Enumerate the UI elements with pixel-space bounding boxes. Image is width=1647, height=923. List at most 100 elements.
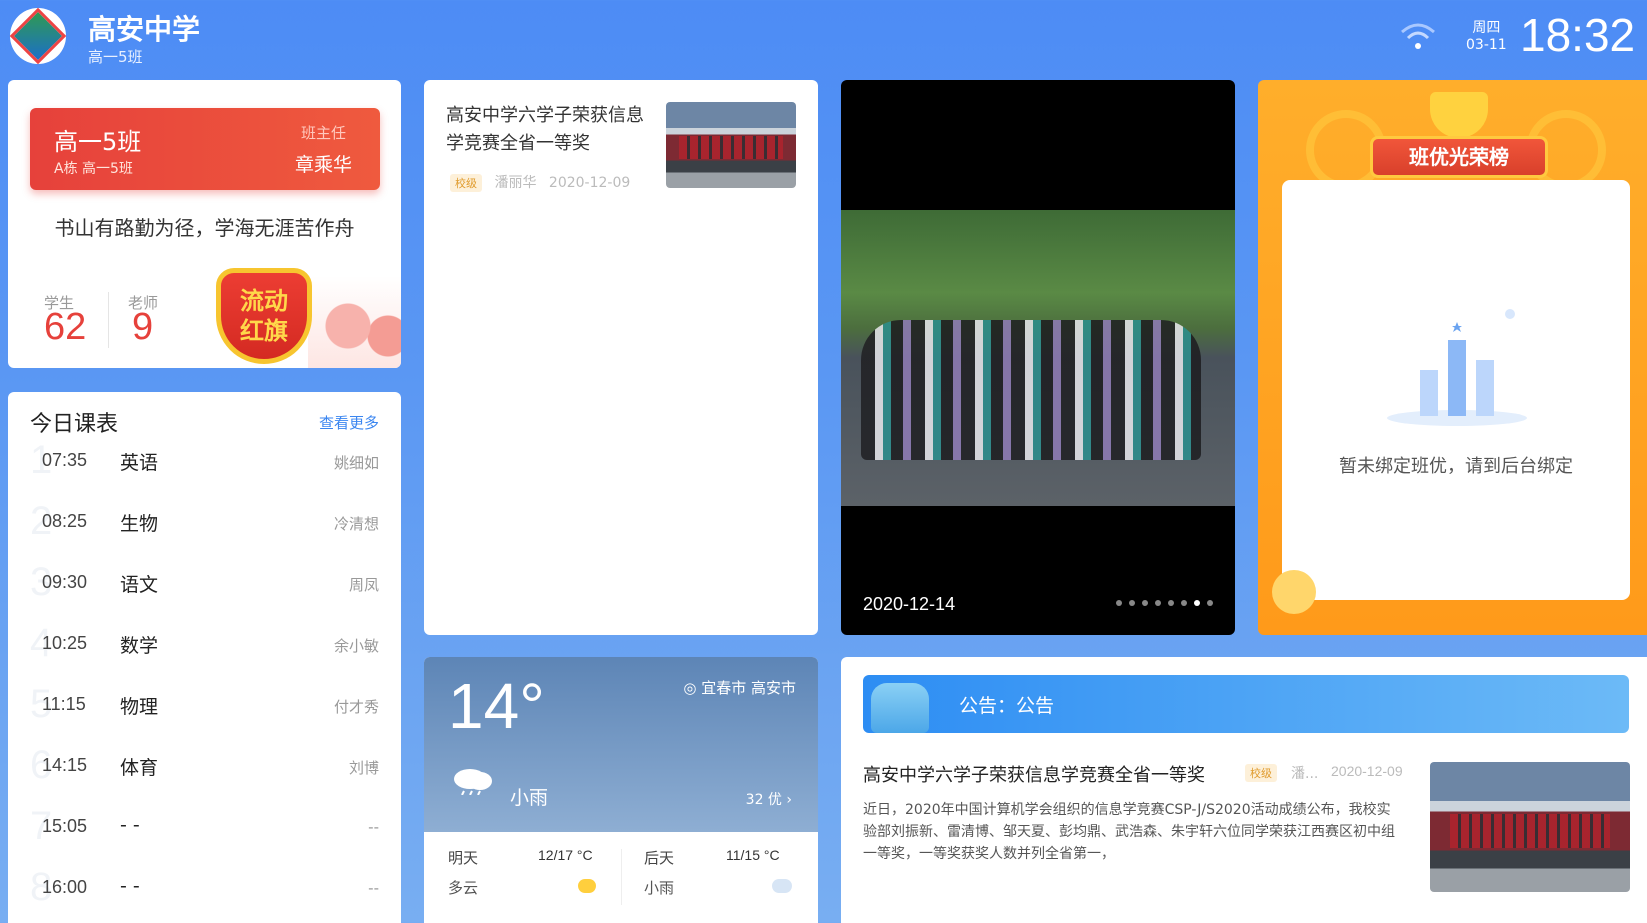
- rain-cloud-icon: [454, 769, 492, 795]
- announcement-thumbnail[interactable]: [1430, 762, 1630, 892]
- period-teacher: 刘博: [348, 759, 379, 777]
- wifi-icon: [1401, 23, 1435, 49]
- location-pin-icon: ◎: [683, 679, 697, 697]
- announcement-date: 2020-12-09: [1331, 763, 1403, 779]
- photo-date: 2020-12-14: [863, 594, 956, 614]
- schedule-row: 1 07:35 英语 姚细如: [8, 436, 401, 496]
- empty-chart-icon: [1387, 309, 1527, 426]
- monkey-mascot-icon: [1272, 570, 1316, 614]
- schedule-row: 4 10:25 数学 余小敏: [8, 619, 401, 679]
- schedule-row: 8 16:00- - --: [8, 863, 401, 923]
- weather-current: 14° ◎ 宜春市 高安市 小雨 32 优 ›: [424, 657, 818, 832]
- weather-card: 14° ◎ 宜春市 高安市 小雨 32 优 › 明天 12/17 °C 多云 后…: [424, 657, 818, 923]
- tomorrow-condition: 多云: [448, 879, 479, 897]
- period-teacher: --: [368, 818, 379, 836]
- clock: 18:32: [1520, 9, 1636, 61]
- aqi-value: 32 优: [745, 792, 782, 808]
- carousel-dot[interactable]: [1181, 600, 1187, 606]
- period-subject: 物理: [120, 696, 159, 718]
- period-time: 11:15: [42, 694, 86, 714]
- period-time: 07:35: [42, 450, 88, 470]
- honor-banner: 班优光荣榜: [1370, 136, 1548, 178]
- after-tomorrow-condition: 小雨: [644, 879, 675, 897]
- school-name: 高安中学: [88, 13, 201, 46]
- date-label: 03-11: [1466, 37, 1507, 53]
- announcement-header: 公告：公告: [863, 675, 1629, 733]
- carousel-dot[interactable]: [1168, 600, 1174, 606]
- period-teacher: 余小敏: [333, 637, 379, 655]
- aqi-link[interactable]: 32 优 ›: [746, 789, 792, 809]
- carousel-dot[interactable]: [1129, 600, 1135, 606]
- period-time: 15:05: [42, 816, 88, 836]
- class-title: 高一5班: [54, 128, 142, 156]
- period-subject: 语文: [120, 574, 159, 596]
- current-condition: 小雨: [510, 787, 549, 809]
- date-block: 周四 03-11: [1466, 20, 1507, 54]
- light-rain-icon: [772, 879, 792, 893]
- period-subject: 体育: [120, 757, 159, 779]
- schedule-row: 6 14:15 体育 刘博: [8, 741, 401, 801]
- head-teacher-label: 班主任: [300, 124, 346, 142]
- announcement-label: 公告：公告: [959, 695, 1055, 717]
- weekday-label: 周四: [1472, 20, 1501, 36]
- top-header: 高安中学 高一5班 周四 03-11 18:32: [0, 0, 1647, 76]
- schedule-title: 今日课表: [30, 412, 119, 437]
- after-tomorrow-temp: 11/15 °C: [726, 847, 780, 863]
- carousel-dots: [1116, 600, 1213, 606]
- period-teacher: 姚细如: [333, 454, 379, 472]
- period-teacher: 周凤: [348, 576, 379, 594]
- period-teacher: --: [368, 879, 379, 897]
- period-time: 16:00: [42, 877, 88, 897]
- red-flag-badge: 流动 红旗: [216, 268, 312, 364]
- students-count: 62: [44, 306, 87, 348]
- carousel-dot[interactable]: [1142, 600, 1148, 606]
- news-thumbnail[interactable]: [666, 102, 796, 188]
- period-subject: - -: [120, 814, 140, 836]
- forecast-divider: [621, 849, 622, 905]
- decorative-people-illustration: [308, 276, 401, 368]
- photo-carousel[interactable]: 2020-12-14: [841, 80, 1235, 635]
- period-teacher: 付才秀: [333, 698, 379, 716]
- weather-location: ◎ 宜春市 高安市: [683, 677, 796, 698]
- period-time: 10:25: [42, 633, 88, 653]
- schedule-more-link[interactable]: 查看更多: [319, 412, 379, 433]
- news-meta: 校级 潘丽华 2020-12-09: [450, 172, 630, 192]
- honor-empty-text: 暂未绑定班优，请到后台绑定: [1339, 456, 1573, 477]
- tomorrow-temp: 12/17 °C: [538, 847, 593, 863]
- period-subject: - -: [120, 875, 140, 897]
- tomorrow-label: 明天: [448, 849, 479, 867]
- period-time: 14:15: [42, 755, 88, 775]
- news-card[interactable]: 高安中学六学子荣获信息学竞赛全省一等奖 校级 潘丽华 2020-12-09: [424, 80, 818, 635]
- class-banner: 高一5班 A栋 高一5班 班主任 章乘华: [30, 108, 380, 190]
- announcement-tag: 校级: [1245, 764, 1277, 782]
- carousel-dot[interactable]: [1194, 600, 1200, 606]
- news-tag: 校级: [450, 174, 482, 192]
- teachers-count: 9: [132, 306, 154, 348]
- schedule-row: 2 08:25 生物 冷清想: [8, 497, 401, 557]
- period-teacher: 冷清想: [333, 515, 379, 533]
- schedule-row: 7 15:05- - --: [8, 802, 401, 862]
- carousel-dot[interactable]: [1116, 600, 1122, 606]
- carousel-dot[interactable]: [1207, 600, 1213, 606]
- news-title[interactable]: 高安中学六学子荣获信息学竞赛全省一等奖: [446, 102, 656, 158]
- trophy-icon: [1430, 92, 1488, 138]
- news-author: 潘丽华: [494, 175, 537, 191]
- period-subject: 数学: [120, 635, 159, 657]
- carousel-dot[interactable]: [1155, 600, 1161, 606]
- carousel-photo[interactable]: [841, 210, 1235, 506]
- honor-content: 暂未绑定班优，请到后台绑定: [1282, 180, 1630, 600]
- partly-cloudy-icon: [578, 879, 596, 893]
- class-info-card: 高一5班 A栋 高一5班 班主任 章乘华 书山有路勤为径，学海无涯苦作舟 学生 …: [8, 80, 401, 368]
- schedule-row: 5 11:15 物理 付才秀: [8, 680, 401, 740]
- period-subject: 英语: [120, 452, 159, 474]
- announcement-author: 潘...: [1291, 766, 1319, 782]
- header-class-name: 高一5班: [88, 48, 143, 66]
- chevron-right-icon: ›: [786, 792, 792, 808]
- school-logo: [9, 7, 67, 65]
- schedule-row: 3 09:30 语文 周凤: [8, 558, 401, 618]
- period-subject: 生物: [120, 513, 159, 535]
- announcement-card: 公告：公告 高安中学六学子荣获信息学竞赛全省一等奖 校级 潘... 2020-1…: [841, 657, 1647, 923]
- period-time: 09:30: [42, 572, 88, 592]
- announcement-title[interactable]: 高安中学六学子荣获信息学竞赛全省一等奖: [863, 761, 1205, 787]
- honor-board-card: 班优光荣榜 暂未绑定班优，请到后台绑定: [1258, 80, 1647, 635]
